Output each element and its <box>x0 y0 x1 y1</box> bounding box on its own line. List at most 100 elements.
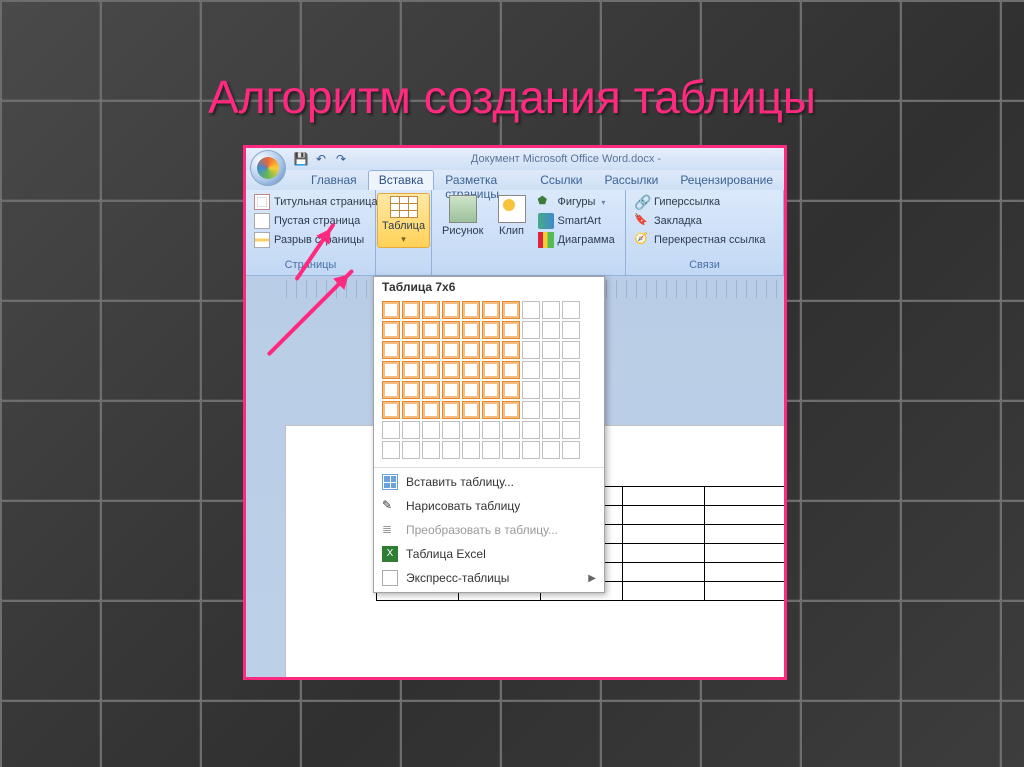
grid-cell[interactable] <box>542 401 560 419</box>
grid-cell[interactable] <box>422 321 440 339</box>
tab-home[interactable]: Главная <box>300 170 368 190</box>
grid-cell[interactable] <box>482 421 500 439</box>
grid-cell[interactable] <box>562 381 580 399</box>
grid-cell[interactable] <box>422 341 440 359</box>
grid-cell[interactable] <box>462 361 480 379</box>
grid-cell[interactable] <box>542 321 560 339</box>
grid-cell[interactable] <box>382 321 400 339</box>
office-button[interactable] <box>250 150 286 186</box>
grid-cell[interactable] <box>422 361 440 379</box>
grid-cell[interactable] <box>402 301 420 319</box>
grid-cell[interactable] <box>382 441 400 459</box>
grid-cell[interactable] <box>542 361 560 379</box>
grid-cell[interactable] <box>502 401 520 419</box>
grid-cell[interactable] <box>562 321 580 339</box>
grid-cell[interactable] <box>502 381 520 399</box>
tab-review[interactable]: Рецензирование <box>669 170 784 190</box>
grid-cell[interactable] <box>442 441 460 459</box>
grid-cell[interactable] <box>562 441 580 459</box>
grid-cell[interactable] <box>542 341 560 359</box>
grid-cell[interactable] <box>482 401 500 419</box>
grid-cell[interactable] <box>402 341 420 359</box>
grid-cell[interactable] <box>542 301 560 319</box>
grid-cell[interactable] <box>402 361 420 379</box>
tab-mailings[interactable]: Рассылки <box>593 170 669 190</box>
grid-cell[interactable] <box>402 401 420 419</box>
grid-cell[interactable] <box>522 441 540 459</box>
grid-cell[interactable] <box>542 381 560 399</box>
grid-cell[interactable] <box>442 401 460 419</box>
grid-cell[interactable] <box>482 321 500 339</box>
grid-cell[interactable] <box>382 301 400 319</box>
grid-cell[interactable] <box>522 401 540 419</box>
grid-cell[interactable] <box>522 421 540 439</box>
grid-cell[interactable] <box>562 341 580 359</box>
grid-cell[interactable] <box>422 401 440 419</box>
grid-cell[interactable] <box>462 301 480 319</box>
menu-excel-table[interactable]: X Таблица Excel <box>374 542 604 566</box>
grid-cell[interactable] <box>402 381 420 399</box>
grid-cell[interactable] <box>462 381 480 399</box>
grid-cell[interactable] <box>522 321 540 339</box>
grid-cell[interactable] <box>462 321 480 339</box>
grid-cell[interactable] <box>562 401 580 419</box>
grid-cell[interactable] <box>542 441 560 459</box>
grid-cell[interactable] <box>542 421 560 439</box>
grid-cell[interactable] <box>382 361 400 379</box>
grid-cell[interactable] <box>522 301 540 319</box>
bookmark-button[interactable]: 🔖 Закладка <box>632 212 768 230</box>
grid-cell[interactable] <box>482 341 500 359</box>
grid-cell[interactable] <box>502 421 520 439</box>
table-size-grid[interactable] <box>374 297 604 467</box>
grid-cell[interactable] <box>402 421 420 439</box>
qat-undo-icon[interactable]: ↶ <box>314 152 328 166</box>
chart-button[interactable]: Диаграмма <box>536 231 617 249</box>
grid-cell[interactable] <box>442 361 460 379</box>
tab-layout[interactable]: Разметка страницы <box>434 170 529 190</box>
grid-cell[interactable] <box>482 361 500 379</box>
grid-cell[interactable] <box>562 361 580 379</box>
grid-cell[interactable] <box>502 341 520 359</box>
grid-cell[interactable] <box>422 421 440 439</box>
grid-cell[interactable] <box>502 441 520 459</box>
grid-cell[interactable] <box>562 421 580 439</box>
grid-cell[interactable] <box>462 401 480 419</box>
grid-cell[interactable] <box>442 421 460 439</box>
table-button[interactable]: Таблица ▾ <box>377 193 430 248</box>
grid-cell[interactable] <box>422 441 440 459</box>
qat-save-icon[interactable]: 💾 <box>294 152 308 166</box>
menu-draw-table[interactable]: ✎ Нарисовать таблицу <box>374 494 604 518</box>
grid-cell[interactable] <box>482 441 500 459</box>
grid-cell[interactable] <box>402 441 420 459</box>
grid-cell[interactable] <box>522 381 540 399</box>
smartart-button[interactable]: SmartArt <box>536 212 617 230</box>
qat-redo-icon[interactable]: ↷ <box>334 152 348 166</box>
grid-cell[interactable] <box>442 301 460 319</box>
picture-button[interactable]: Рисунок <box>438 193 488 239</box>
menu-quick-tables[interactable]: Экспресс-таблицы ▶ <box>374 566 604 590</box>
grid-cell[interactable] <box>402 321 420 339</box>
grid-cell[interactable] <box>462 341 480 359</box>
grid-cell[interactable] <box>382 341 400 359</box>
grid-cell[interactable] <box>522 361 540 379</box>
grid-cell[interactable] <box>422 301 440 319</box>
clipart-button[interactable]: Клип <box>494 193 530 239</box>
grid-cell[interactable] <box>422 381 440 399</box>
hyperlink-button[interactable]: 🔗 Гиперссылка <box>632 193 768 211</box>
grid-cell[interactable] <box>482 381 500 399</box>
grid-cell[interactable] <box>562 301 580 319</box>
grid-cell[interactable] <box>442 321 460 339</box>
grid-cell[interactable] <box>382 381 400 399</box>
grid-cell[interactable] <box>442 341 460 359</box>
tab-insert[interactable]: Вставка <box>368 170 435 190</box>
menu-insert-table[interactable]: Вставить таблицу... <box>374 470 604 494</box>
grid-cell[interactable] <box>502 301 520 319</box>
cover-page-button[interactable]: Титульная страница <box>252 193 380 211</box>
crossref-button[interactable]: 🧭 Перекрестная ссылка <box>632 231 768 249</box>
grid-cell[interactable] <box>482 301 500 319</box>
grid-cell[interactable] <box>442 381 460 399</box>
grid-cell[interactable] <box>382 421 400 439</box>
grid-cell[interactable] <box>502 321 520 339</box>
grid-cell[interactable] <box>462 441 480 459</box>
tab-references[interactable]: Ссылки <box>529 170 593 190</box>
